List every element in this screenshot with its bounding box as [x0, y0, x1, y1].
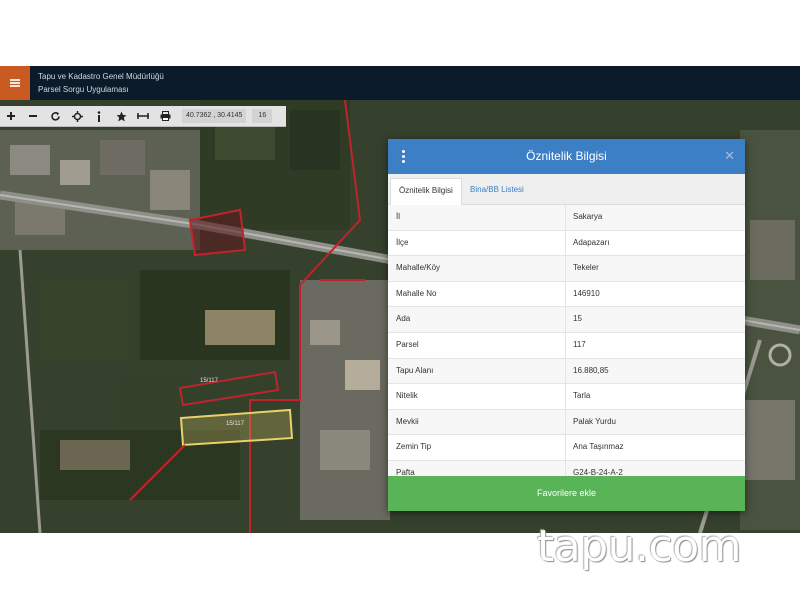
- app-window: 15/117 15/117 Tapu ve Kadastro Genel Müd…: [0, 66, 800, 533]
- row-value: 15: [573, 314, 582, 324]
- coordinate-readout: 40.7362 , 30.4145: [182, 109, 247, 123]
- table-row: Mahalle No 146910: [388, 281, 745, 308]
- minus-icon[interactable]: [22, 106, 44, 126]
- hamburger-icon: [10, 79, 20, 87]
- row-value: Sakarya: [573, 212, 603, 221]
- table-row: Mahalle/Köy Tekeler: [388, 256, 745, 282]
- row-value: 146910: [573, 288, 600, 298]
- parcel-label: 15/117: [226, 421, 244, 427]
- menu-button[interactable]: [0, 66, 30, 100]
- close-icon[interactable]: ✕: [724, 148, 735, 164]
- ruler-icon[interactable]: [132, 106, 154, 126]
- row-value: Ana Taşınmaz: [573, 442, 624, 452]
- map-toolbar: 40.7362 , 30.4145 16: [0, 106, 286, 127]
- table-row: İlçe Adapazarı: [388, 230, 745, 257]
- parcel-label: 15/117: [200, 378, 218, 384]
- row-key: Parsel: [388, 332, 566, 358]
- table-row: Mevkii Palak Yurdu: [388, 409, 745, 436]
- row-value: Tekeler: [573, 263, 599, 273]
- table-row: İl Sakarya: [388, 205, 745, 231]
- row-key: Mahalle/Köy: [388, 256, 566, 281]
- dialog-title: Öznitelik Bilgisi: [526, 149, 607, 163]
- row-key: İl: [388, 205, 566, 230]
- table-row: Nitelik Tarla: [388, 384, 745, 410]
- info-icon[interactable]: [88, 106, 110, 126]
- attribute-table: İl Sakarya İlçe Adapazarı Mahalle/Köy Tekel…: [388, 205, 745, 487]
- locate-icon[interactable]: [66, 106, 88, 126]
- dialog-header: Öznitelik Bilgisi ✕: [388, 139, 745, 174]
- add-to-favorites-button[interactable]: Favorilere ekle: [388, 476, 745, 511]
- row-key: Ada: [388, 307, 566, 332]
- row-value: Tarla: [573, 391, 591, 401]
- row-key: Nitelik: [388, 384, 566, 409]
- app-header: Tapu ve Kadastro Genel Müdürlüğü Parsel …: [0, 66, 800, 100]
- attribute-dialog: Öznitelik Bilgisi ✕ Öznitelik Bilgisi Bi…: [388, 139, 745, 511]
- row-value: Palak Yurdu: [573, 416, 616, 426]
- app-title-line2: Parsel Sorgu Uygulaması: [38, 85, 129, 94]
- app-title: Tapu ve Kadastro Genel Müdürlüğü Parsel …: [38, 70, 164, 96]
- row-key: Zemin Tip: [388, 435, 566, 460]
- tab-building-list[interactable]: Bina/BB Listesi: [462, 178, 532, 204]
- row-value: 117: [573, 339, 586, 349]
- table-row: Ada 15: [388, 307, 745, 333]
- row-key: Mevkii: [388, 409, 566, 435]
- row-key: Tapu Alanı: [388, 358, 566, 384]
- watermark-logo: tapu.com: [537, 521, 742, 572]
- print-icon[interactable]: [154, 106, 176, 126]
- row-value: Adapazarı: [573, 237, 610, 247]
- refresh-icon[interactable]: [44, 106, 66, 126]
- plus-icon[interactable]: [0, 106, 22, 126]
- zoom-level: 16: [252, 109, 273, 123]
- row-key: Mahalle No: [388, 281, 566, 307]
- app-title-line1: Tapu ve Kadastro Genel Müdürlüğü: [38, 72, 164, 81]
- dialog-tabs: Öznitelik Bilgisi Bina/BB Listesi: [388, 174, 745, 205]
- row-key: İlçe: [388, 230, 566, 256]
- table-row: Parsel 117: [388, 332, 745, 359]
- star-icon[interactable]: [110, 106, 132, 126]
- table-row: Tapu Alanı 16.880,85: [388, 358, 745, 385]
- tab-attribute-info[interactable]: Öznitelik Bilgisi: [390, 178, 462, 205]
- row-value: 16.880,85: [573, 365, 609, 375]
- table-row: Zemin Tip Ana Taşınmaz: [388, 435, 745, 461]
